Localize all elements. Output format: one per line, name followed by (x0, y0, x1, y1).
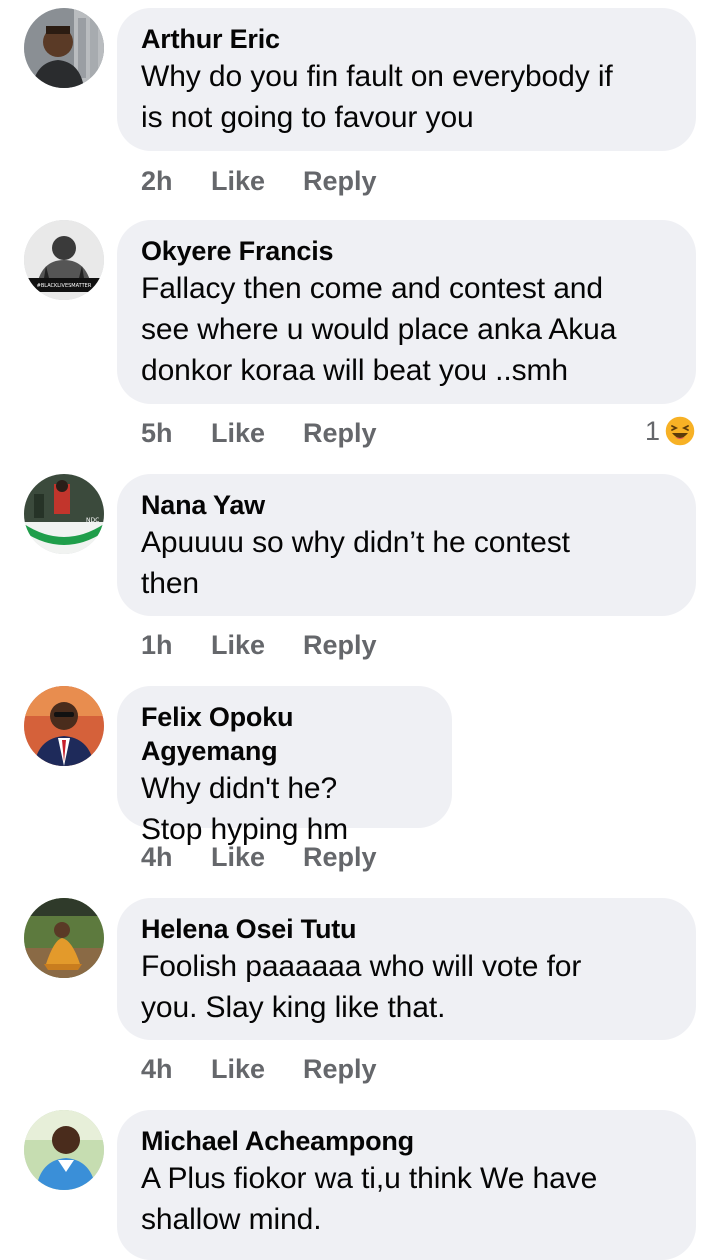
comment-actions: 4h Like Reply (141, 840, 377, 874)
reaction-summary[interactable]: 1 (645, 414, 696, 448)
comment-author[interactable]: Felix Opoku Agyemang (141, 700, 428, 768)
like-button[interactable]: Like (211, 416, 303, 450)
reply-button[interactable]: Reply (303, 840, 377, 874)
avatar[interactable] (24, 8, 104, 88)
avatar[interactable] (24, 1110, 104, 1190)
comment-author[interactable]: Nana Yaw (141, 488, 672, 522)
like-button[interactable]: Like (211, 628, 303, 662)
laughing-emoji-icon (664, 415, 696, 447)
reply-button[interactable]: Reply (303, 164, 377, 198)
comment-timestamp[interactable]: 1h (141, 628, 211, 662)
reply-button[interactable]: Reply (303, 628, 377, 662)
comment-bubble: Helena Osei Tutu Foolish paaaaaa who wil… (117, 898, 696, 1040)
comment-text: A Plus fiokor wa ti,u think We have shal… (141, 1162, 598, 1236)
comment-timestamp[interactable]: 4h (141, 840, 211, 874)
comment-bubble: Felix Opoku Agyemang Why didn't he? Stop… (117, 686, 452, 846)
like-button[interactable]: Like (211, 1052, 303, 1086)
comment-text: Apuuuu so why didn’t he contest then (141, 526, 570, 600)
avatar[interactable] (24, 686, 104, 766)
svg-text:NDC: NDC (86, 517, 99, 524)
comment-text: Fallacy then come and contest and see wh… (141, 272, 617, 387)
comment-actions: 2h Like Reply (141, 164, 377, 198)
comment-actions: 4h Like Reply (141, 1052, 377, 1086)
avatar[interactable] (24, 898, 104, 978)
like-button[interactable]: Like (211, 164, 303, 198)
avatar[interactable]: #BLACKLIVESMATTER (24, 220, 104, 300)
reaction-count: 1 (644, 416, 660, 446)
comment-author[interactable]: Michael Acheampong (141, 1124, 672, 1158)
avatar-caption: #BLACKLIVESMATTER (37, 283, 92, 289)
comment-bubble: Arthur Eric Why do you fin fault on ever… (117, 8, 696, 151)
comment-bubble: Michael Acheampong A Plus fiokor wa ti,u… (117, 1110, 696, 1260)
comment-bubble: Nana Yaw Apuuuu so why didn’t he contest… (117, 474, 696, 616)
like-button[interactable]: Like (211, 840, 303, 874)
comment-text: Why didn't he? Stop hyping hm (141, 772, 349, 846)
comment-author[interactable]: Okyere Francis (141, 234, 672, 268)
reply-button[interactable]: Reply (303, 416, 377, 450)
comment-text: Why do you fin fault on everybody if is … (141, 60, 613, 134)
comment-author[interactable]: Arthur Eric (141, 22, 672, 56)
comment-timestamp[interactable]: 2h (141, 164, 211, 198)
comment-text: Foolish paaaaaa who will vote for you. S… (141, 950, 582, 1024)
comment-timestamp[interactable]: 4h (141, 1052, 211, 1086)
comment-actions: 5h Like Reply (141, 416, 377, 450)
comment-timestamp[interactable]: 5h (141, 416, 211, 450)
comment-author[interactable]: Helena Osei Tutu (141, 912, 672, 946)
avatar[interactable]: NDC (24, 474, 104, 554)
comment-actions: 1h Like Reply (141, 628, 377, 662)
reply-button[interactable]: Reply (303, 1052, 377, 1086)
comment-bubble: Okyere Francis Fallacy then come and con… (117, 220, 696, 404)
